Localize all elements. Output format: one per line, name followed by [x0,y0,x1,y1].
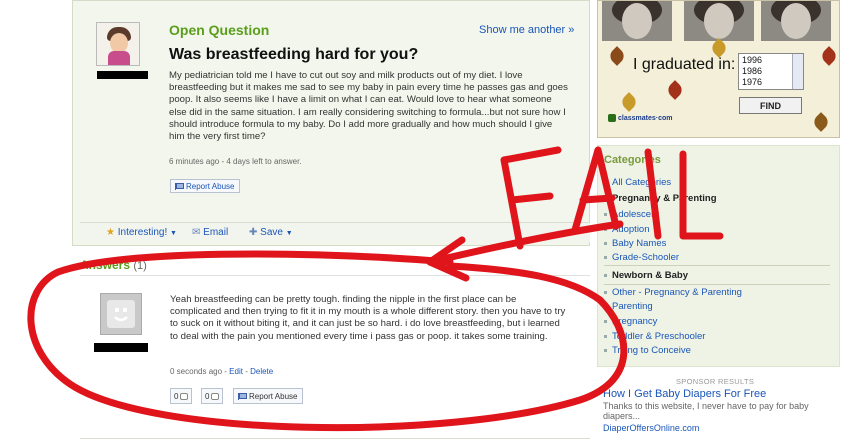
question-timestamp: 6 minutes ago - 4 days left to answer. [169,157,302,166]
category-link[interactable]: All Categories [604,177,671,188]
divider [604,284,830,285]
thumbs-down-icon [211,392,220,400]
classmates-logo: classmates·com [608,114,672,122]
category-link[interactable]: Toddler & Preschooler [604,331,705,342]
leaf-icon [819,46,839,66]
save-button[interactable]: ✚ Save ▼ [249,227,293,238]
star-icon: ★ [106,227,115,238]
question-status-label: Open Question [169,22,270,38]
divider [80,275,590,276]
answer-report-abuse-button[interactable]: Report Abuse [233,388,304,404]
thumbs-up-icon [180,392,189,400]
answer-body: Yeah breastfeeding can be pretty tough. … [170,294,566,342]
thumbs-down-count: 0 [205,391,210,401]
redacted-username-bar [97,71,148,79]
category-link[interactable]: Grade-Schooler [604,252,679,263]
category-link[interactable]: Trying to Conceive [604,345,691,356]
divider [80,438,590,439]
show-another-link[interactable]: Show me another » [479,24,574,36]
page: Open Question Show me another » Was brea… [0,0,863,445]
leaf-icon [709,38,729,58]
leaf-icon [607,46,627,66]
delete-link[interactable]: Delete [250,367,273,376]
thumbs-down-button[interactable]: 0 [201,388,224,404]
interesting-button[interactable]: ★ Interesting! ▼ [106,227,177,238]
report-abuse-label: Report Abuse [249,392,298,401]
graduated-label: I graduated in: [633,56,736,73]
chevron-down-icon: ▼ [170,230,177,237]
category-link[interactable]: Other - Pregnancy & Parenting [604,287,742,298]
answer-timestamp: 0 seconds ago [170,367,223,376]
categories-title: Categories [604,154,661,166]
find-button[interactable]: FIND [739,97,802,114]
interesting-label: Interesting! [117,227,168,238]
year-select[interactable]: 1996 1986 1976 [738,53,804,90]
plus-icon: ✚ [249,227,258,238]
report-abuse-label: Report Abuse [186,182,235,191]
default-avatar-icon [107,300,135,328]
question-body: My pediatrician told me I have to cut ou… [169,70,568,143]
yearbook-photo [602,1,672,41]
scrollbar[interactable] [792,54,803,89]
classmates-brand: classmates·com [618,114,673,122]
thumbs-up-count: 0 [174,391,179,401]
category-link[interactable]: Pregnancy & Parenting [604,193,717,204]
category-link[interactable]: Parenting [604,301,653,312]
email-label: Email [203,227,229,238]
classmates-logo-icon [608,114,616,122]
sponsor-description: Thanks to this website, I never have to … [603,401,809,421]
divider [604,265,830,266]
leaf-icon [619,92,639,112]
report-abuse-button[interactable]: Report Abuse [170,179,241,193]
edit-link[interactable]: Edit [229,367,243,376]
answers-count: (1) [133,260,147,272]
yearbook-photo [684,1,754,41]
redacted-username-bar [94,343,148,352]
thumbs-up-button[interactable]: 0 [170,388,193,404]
avatar-face [110,33,128,53]
category-link[interactable]: Pregnancy [604,316,657,327]
category-heading[interactable]: Newborn & Baby [604,270,688,281]
answerer-avatar[interactable] [100,293,142,335]
flag-icon [175,183,184,190]
leaf-icon [811,112,831,132]
answers-heading: Answers (1) [80,258,147,272]
category-link[interactable]: Adoption [604,224,650,235]
sponsor-url-link[interactable]: DiaperOffersOnline.com [603,423,699,433]
category-link[interactable]: Adolescent [604,209,659,220]
sponsor-title-link[interactable]: How I Get Baby Diapers For Free [603,388,766,400]
leaf-icon [665,80,685,100]
save-label: Save [260,227,283,238]
category-link[interactable]: Baby Names [604,238,666,249]
question-title: Was breastfeeding hard for you? [169,46,419,63]
avatar-body [108,51,130,65]
yearbook-photo [761,1,831,41]
email-button[interactable]: ✉ Email [192,227,228,238]
chevron-down-icon: ▼ [285,230,293,237]
answer-meta: 0 seconds ago - Edit - Delete [170,367,274,376]
flag-icon [238,393,247,400]
envelope-icon: ✉ [192,227,201,238]
sponsor-label: SPONSOR RESULTS [676,377,755,386]
asker-avatar[interactable] [96,22,140,66]
answers-heading-label: Answers [80,258,131,272]
